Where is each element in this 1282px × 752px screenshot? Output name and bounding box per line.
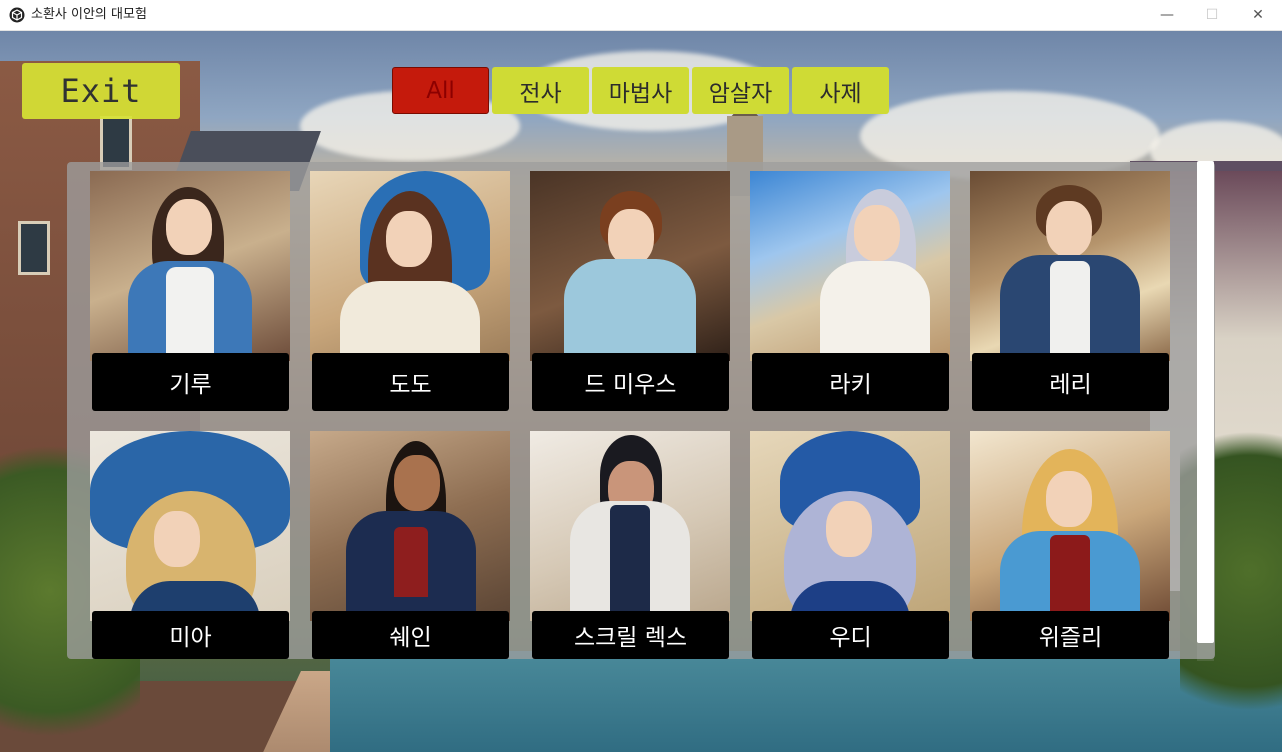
- character-portrait: [530, 171, 730, 361]
- minimize-icon: —: [1160, 7, 1174, 23]
- character-portrait: [750, 171, 950, 361]
- character-name: 위즐리: [972, 611, 1169, 659]
- close-icon: ✕: [1252, 7, 1264, 23]
- close-button[interactable]: ✕: [1235, 0, 1281, 30]
- window-title: 소환사 이안의 대모험: [31, 7, 147, 22]
- scrollbar-thumb[interactable]: [1197, 161, 1214, 643]
- character-card[interactable]: 스크릴 렉스: [530, 431, 730, 659]
- character-card[interactable]: 쉐인: [310, 431, 510, 659]
- tab-priest[interactable]: 사제: [792, 67, 889, 114]
- character-card[interactable]: 레리: [970, 171, 1170, 411]
- character-portrait: [530, 431, 730, 621]
- character-portrait: [970, 431, 1170, 621]
- character-card[interactable]: 위즐리: [970, 431, 1170, 659]
- character-name: 우디: [752, 611, 949, 659]
- maximize-icon: ☐: [1205, 7, 1219, 23]
- character-card[interactable]: 우디: [750, 431, 950, 659]
- tab-assassin[interactable]: 암살자: [692, 67, 789, 114]
- character-name: 스크릴 렉스: [532, 611, 729, 659]
- character-card[interactable]: 미아: [90, 431, 290, 659]
- character-grid-panel: 기루 도도 드 미우스 라키 레리 미아 쉐인 스크릴 렉스 우디 위즐리: [67, 162, 1215, 659]
- minimize-button[interactable]: —: [1144, 0, 1190, 30]
- character-name: 쉐인: [312, 611, 509, 659]
- character-portrait: [750, 431, 950, 621]
- character-portrait: [970, 171, 1170, 361]
- character-name: 라키: [752, 353, 949, 411]
- app-cube-icon: [9, 7, 25, 23]
- character-card[interactable]: 라키: [750, 171, 950, 411]
- character-card[interactable]: 기루: [90, 171, 290, 411]
- character-portrait: [310, 171, 510, 361]
- tab-mage[interactable]: 마법사: [592, 67, 689, 114]
- character-name: 도도: [312, 353, 509, 411]
- maximize-button[interactable]: ☐: [1189, 0, 1235, 30]
- exit-button[interactable]: Exit: [22, 63, 180, 119]
- class-filter-tabs: All 전사 마법사 암살자 사제: [392, 67, 889, 115]
- building-window: [18, 221, 50, 275]
- character-portrait: [90, 171, 290, 361]
- game-scene: Exit All 전사 마법사 암살자 사제 기루 도도 드 미우스 라키 레리…: [0, 31, 1282, 752]
- character-name: 미아: [92, 611, 289, 659]
- tab-all[interactable]: All: [392, 67, 489, 114]
- background-water: [330, 651, 1282, 752]
- character-name: 기루: [92, 353, 289, 411]
- character-card[interactable]: 도도: [310, 171, 510, 411]
- character-name: 레리: [972, 353, 1169, 411]
- tab-warrior[interactable]: 전사: [492, 67, 589, 114]
- character-card[interactable]: 드 미우스: [530, 171, 730, 411]
- window-titlebar: 소환사 이안의 대모험 — ☐ ✕: [0, 0, 1282, 31]
- character-portrait: [310, 431, 510, 621]
- character-name: 드 미우스: [532, 353, 729, 411]
- character-portrait: [90, 431, 290, 621]
